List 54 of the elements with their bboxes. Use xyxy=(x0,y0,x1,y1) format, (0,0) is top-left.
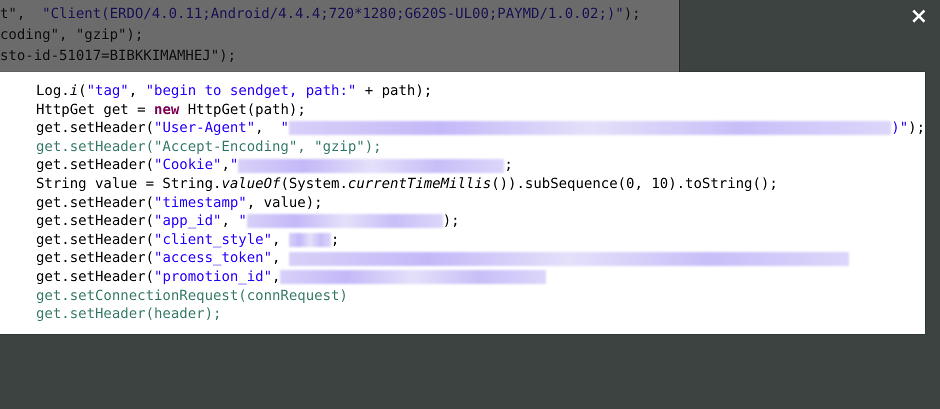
code-text: ); xyxy=(442,212,460,231)
code-text: "client_style" xyxy=(154,230,272,250)
blurred-redaction xyxy=(288,233,331,248)
code-text: + path); xyxy=(364,82,432,101)
code-text: , xyxy=(272,268,280,287)
code-text: get.setHeader( xyxy=(36,156,154,175)
code-text: "Cookie" xyxy=(154,156,222,175)
code-text: "User-Agent" xyxy=(154,119,256,138)
code-text: valueOf xyxy=(221,174,280,194)
code-text: "access_token" xyxy=(154,249,272,268)
code-text: , xyxy=(221,156,230,175)
code-text: t", xyxy=(0,6,26,22)
code-text: get.setHeader( xyxy=(36,230,154,250)
code-text: ()).subSequence(0, 10).toString(); xyxy=(491,174,778,194)
code-text: , xyxy=(255,119,265,138)
code-text: get.setHeader( xyxy=(36,194,154,212)
code-text: )" xyxy=(891,119,908,138)
code-text: , xyxy=(128,82,138,101)
close-button[interactable]: × xyxy=(906,6,932,28)
code-text: , xyxy=(272,249,282,268)
code-text: HttpGet get = xyxy=(36,100,147,120)
code-text: "app_id" xyxy=(154,212,222,231)
code-text: "begin to sendget, path:" xyxy=(146,82,356,101)
code-text: get.setHeader("Accept-Encoding", "gzip"); xyxy=(36,138,382,156)
code-text: , xyxy=(221,212,231,231)
code-text: , value); xyxy=(246,194,323,212)
code-text: get.setHeader( xyxy=(36,268,154,287)
code-text: HttpGet(path); xyxy=(186,100,306,120)
code-text: i xyxy=(70,82,78,101)
code-text: " xyxy=(230,156,238,175)
code-text: get.setConnectionRequest(connRequest) xyxy=(36,286,348,306)
code-text: ; xyxy=(504,156,513,175)
code-text: ; xyxy=(330,230,340,250)
code-text: ); xyxy=(624,6,641,22)
code-text: get.setHeader( xyxy=(36,212,154,231)
code-text: sto-id-51017=BIBKKIMAMHEJ"); xyxy=(0,48,236,64)
code-text: "tag" xyxy=(86,82,129,101)
code-text: "promotion_id" xyxy=(154,268,272,287)
code-text: " xyxy=(280,119,289,138)
code-text: " xyxy=(238,212,247,231)
code-text: "Client(ERDO/4.0.11;Android/4.4.4;720*1280;G620S-UL00;PAYMD/1.0.02;)" xyxy=(42,6,624,22)
code-text: , xyxy=(272,230,282,250)
code-text: get.setHeader( xyxy=(36,119,154,138)
code-text: currentTimeMillis xyxy=(348,174,492,194)
code-text: (System. xyxy=(280,174,348,194)
code-text: String value = String. xyxy=(36,174,222,194)
code-text: Log. xyxy=(36,82,70,101)
code-text: ); xyxy=(908,119,925,138)
code-text: get.setHeader( xyxy=(36,249,154,268)
code-text: ( xyxy=(78,82,87,101)
code-text: get.setHeader(header); xyxy=(36,305,222,324)
code-text: new xyxy=(154,100,180,120)
code-text: "timestamp" xyxy=(154,194,247,212)
code-text: coding", "gzip"); xyxy=(0,27,144,43)
